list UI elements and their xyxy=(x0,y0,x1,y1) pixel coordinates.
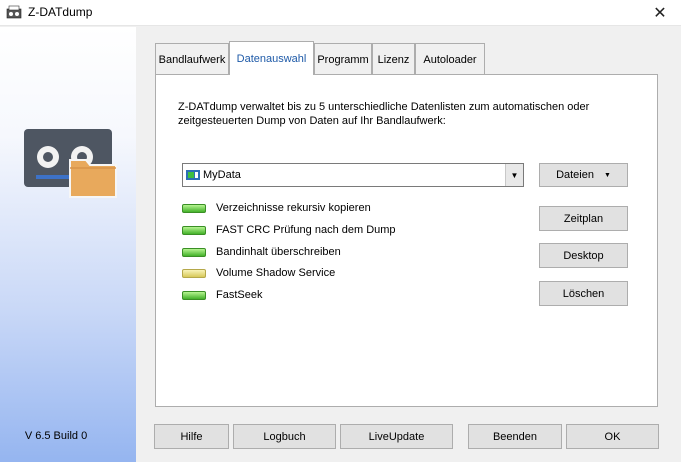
app-icon xyxy=(6,5,22,19)
description-text: Z-DATdump verwaltet bis zu 5 unterschied… xyxy=(178,101,590,127)
title-bar: Z-DATdump ✕ xyxy=(0,0,681,26)
dateien-dropdown-button[interactable]: Dateien ▼ xyxy=(539,163,628,187)
status-led-icon xyxy=(182,225,206,235)
tab-autoloader[interactable]: Autoloader xyxy=(415,43,485,75)
close-button[interactable]: ✕ xyxy=(639,0,681,26)
tape-folder-logo-icon xyxy=(24,129,117,198)
option-overwrite[interactable]: Bandinhalt überschreiben xyxy=(182,245,341,259)
status-led-icon xyxy=(182,290,206,300)
hilfe-button[interactable]: Hilfe xyxy=(154,424,229,449)
sidebar: V 6.5 Build 0 xyxy=(0,27,136,462)
loeschen-button[interactable]: Löschen xyxy=(539,281,628,306)
ok-button[interactable]: OK xyxy=(566,424,659,449)
close-icon: ✕ xyxy=(653,5,667,22)
datenauswahl-panel: Z-DATdump verwaltet bis zu 5 unterschied… xyxy=(155,74,658,407)
chevron-down-icon[interactable]: ▼ xyxy=(505,164,523,186)
window-title: Z-DATdump xyxy=(28,5,93,19)
beenden-button[interactable]: Beenden xyxy=(468,424,562,449)
status-led-icon xyxy=(182,203,206,213)
tab-bandlaufwerk[interactable]: Bandlaufwerk xyxy=(155,43,229,75)
option-label: Bandinhalt überschreiben xyxy=(216,246,341,258)
status-led-icon xyxy=(182,268,206,278)
desktop-button[interactable]: Desktop xyxy=(539,243,628,268)
tab-datenauswahl[interactable]: Datenauswahl xyxy=(229,41,314,75)
dateien-label: Dateien xyxy=(556,169,594,181)
data-list-value: MyData xyxy=(203,169,241,181)
option-vss[interactable]: Volume Shadow Service xyxy=(182,266,335,280)
tab-programm[interactable]: Programm xyxy=(314,43,372,75)
option-fastseek[interactable]: FastSeek xyxy=(182,288,262,302)
data-list-icon xyxy=(186,170,200,180)
dropdown-arrow-icon: ▼ xyxy=(603,171,611,179)
option-label: FAST CRC Prüfung nach dem Dump xyxy=(216,224,396,236)
tab-lizenz[interactable]: Lizenz xyxy=(372,43,415,75)
option-fast-crc[interactable]: FAST CRC Prüfung nach dem Dump xyxy=(182,223,396,237)
data-list-select[interactable]: MyData ▼ xyxy=(182,163,524,187)
liveupdate-button[interactable]: LiveUpdate xyxy=(340,424,453,449)
option-recursive[interactable]: Verzeichnisse rekursiv kopieren xyxy=(182,201,371,215)
zeitplan-button[interactable]: Zeitplan xyxy=(539,206,628,231)
status-led-icon xyxy=(182,247,206,257)
option-label: FastSeek xyxy=(216,289,263,301)
option-label: Volume Shadow Service xyxy=(216,267,336,279)
option-label: Verzeichnisse rekursiv kopieren xyxy=(216,202,371,214)
logbuch-button[interactable]: Logbuch xyxy=(233,424,336,449)
version-label: V 6.5 Build 0 xyxy=(24,430,88,442)
